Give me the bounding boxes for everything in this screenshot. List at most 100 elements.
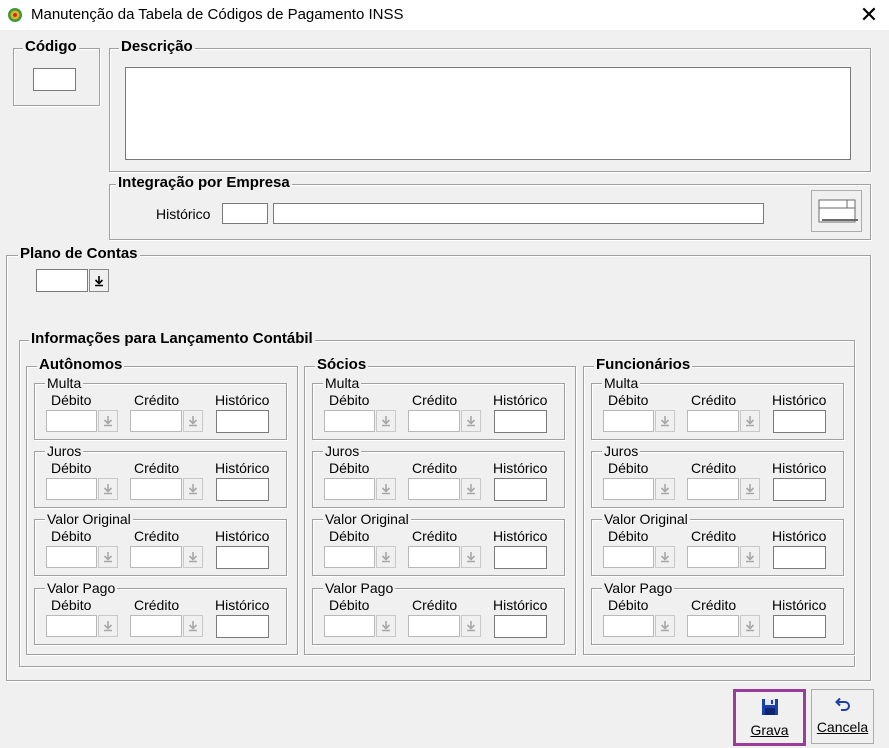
debito-input[interactable] [324,478,375,500]
debito-dropdown-button[interactable] [98,546,118,568]
debito-dropdown-button[interactable] [98,410,118,432]
credito-input[interactable] [408,615,460,637]
historico-input[interactable] [216,478,269,501]
grava-label: Grava [750,722,789,738]
historico-input[interactable] [494,478,547,501]
historico-input[interactable] [494,615,547,638]
historico-input[interactable] [773,478,826,501]
credito-input[interactable] [408,410,460,432]
credito-input[interactable] [687,615,739,637]
debito-input[interactable] [324,615,375,637]
credito-dropdown-button[interactable] [740,546,760,568]
debito-input[interactable] [603,615,654,637]
debito-input[interactable] [46,615,97,637]
debito-dropdown-button[interactable] [376,478,396,500]
historico-input[interactable] [773,410,826,433]
credito-dropdown-button[interactable] [183,478,203,500]
debito-input[interactable] [603,478,654,500]
download-arrow-icon [466,621,476,632]
credito-dropdown-button[interactable] [740,478,760,500]
download-arrow-icon [660,621,670,632]
debito-label: Débito [329,528,370,544]
credito-dropdown-button[interactable] [740,615,760,637]
historico-input[interactable] [494,546,547,569]
credito-label: Crédito [412,597,458,613]
credito-input[interactable] [130,410,182,432]
debito-dropdown-button[interactable] [98,615,118,637]
info-label: Informações para Lançamento Contábil [29,330,315,347]
table-lookup-icon [818,199,858,223]
section-label-valor-pago: Valor Pago [45,580,118,596]
historico-input[interactable] [216,546,269,569]
credito-label: Crédito [134,597,180,613]
credito-input[interactable] [130,546,182,568]
debito-input[interactable] [46,478,97,500]
credito-dropdown-button[interactable] [740,410,760,432]
cancela-button[interactable]: Cancela [811,689,874,744]
debito-dropdown-button[interactable] [655,615,675,637]
download-arrow-icon [103,552,113,563]
debito-dropdown-button[interactable] [655,546,675,568]
historico-code-input[interactable] [222,203,268,224]
historico-input[interactable] [216,410,269,433]
credito-input[interactable] [130,615,182,637]
credito-dropdown-button[interactable] [461,478,481,500]
historico-input[interactable] [773,615,826,638]
close-icon[interactable]: ✕ [856,2,882,28]
debito-dropdown-button[interactable] [98,478,118,500]
credito-input[interactable] [130,478,182,500]
historico-input[interactable] [494,410,547,433]
section-label-juros: Juros [602,443,641,459]
credito-dropdown-button[interactable] [461,546,481,568]
debito-dropdown-button[interactable] [376,546,396,568]
debito-dropdown-button[interactable] [376,615,396,637]
download-arrow-icon [188,484,198,495]
debito-label: Débito [608,392,649,408]
credito-input[interactable] [687,478,739,500]
debito-dropdown-button[interactable] [655,410,675,432]
historico-desc-input[interactable] [273,203,764,224]
debito-input[interactable] [603,410,654,432]
debito-dropdown-button[interactable] [655,478,675,500]
credito-input[interactable] [408,546,460,568]
debito-input[interactable] [603,546,654,568]
credito-label: Crédito [691,392,737,408]
debito-input[interactable] [324,410,375,432]
credito-dropdown-button[interactable] [461,615,481,637]
plano-input[interactable] [36,269,88,292]
download-arrow-icon [103,416,113,427]
grava-button[interactable]: Grava [733,689,806,746]
download-arrow-icon [745,621,755,632]
debito-label: Débito [329,392,370,408]
download-arrow-icon [660,416,670,427]
historico-col-label: Histórico [493,528,548,544]
credito-label: Crédito [691,528,737,544]
debito-input[interactable] [324,546,375,568]
credito-input[interactable] [408,478,460,500]
historico-input[interactable] [773,546,826,569]
credito-label: Crédito [412,392,458,408]
historico-col-label: Histórico [493,597,548,613]
download-arrow-icon [466,416,476,427]
credito-label: Crédito [134,392,180,408]
credito-dropdown-button[interactable] [183,546,203,568]
debito-label: Débito [608,528,649,544]
credito-dropdown-button[interactable] [183,410,203,432]
codigo-input[interactable] [33,68,76,91]
window-title: Manutenção da Tabela de Códigos de Pagam… [31,6,404,23]
debito-dropdown-button[interactable] [376,410,396,432]
historico-input[interactable] [216,615,269,638]
debito-input[interactable] [46,546,97,568]
credito-dropdown-button[interactable] [461,410,481,432]
credito-dropdown-button[interactable] [183,615,203,637]
historico-col-label: Histórico [493,460,548,476]
lookup-button[interactable] [811,190,862,232]
debito-input[interactable] [46,410,97,432]
descricao-textarea[interactable] [125,67,851,160]
descricao-label: Descrição [119,38,195,55]
historico-col-label: Histórico [215,597,270,613]
credito-input[interactable] [687,546,739,568]
credito-input[interactable] [687,410,739,432]
credito-label: Crédito [412,528,458,544]
plano-dropdown-button[interactable] [89,269,109,292]
